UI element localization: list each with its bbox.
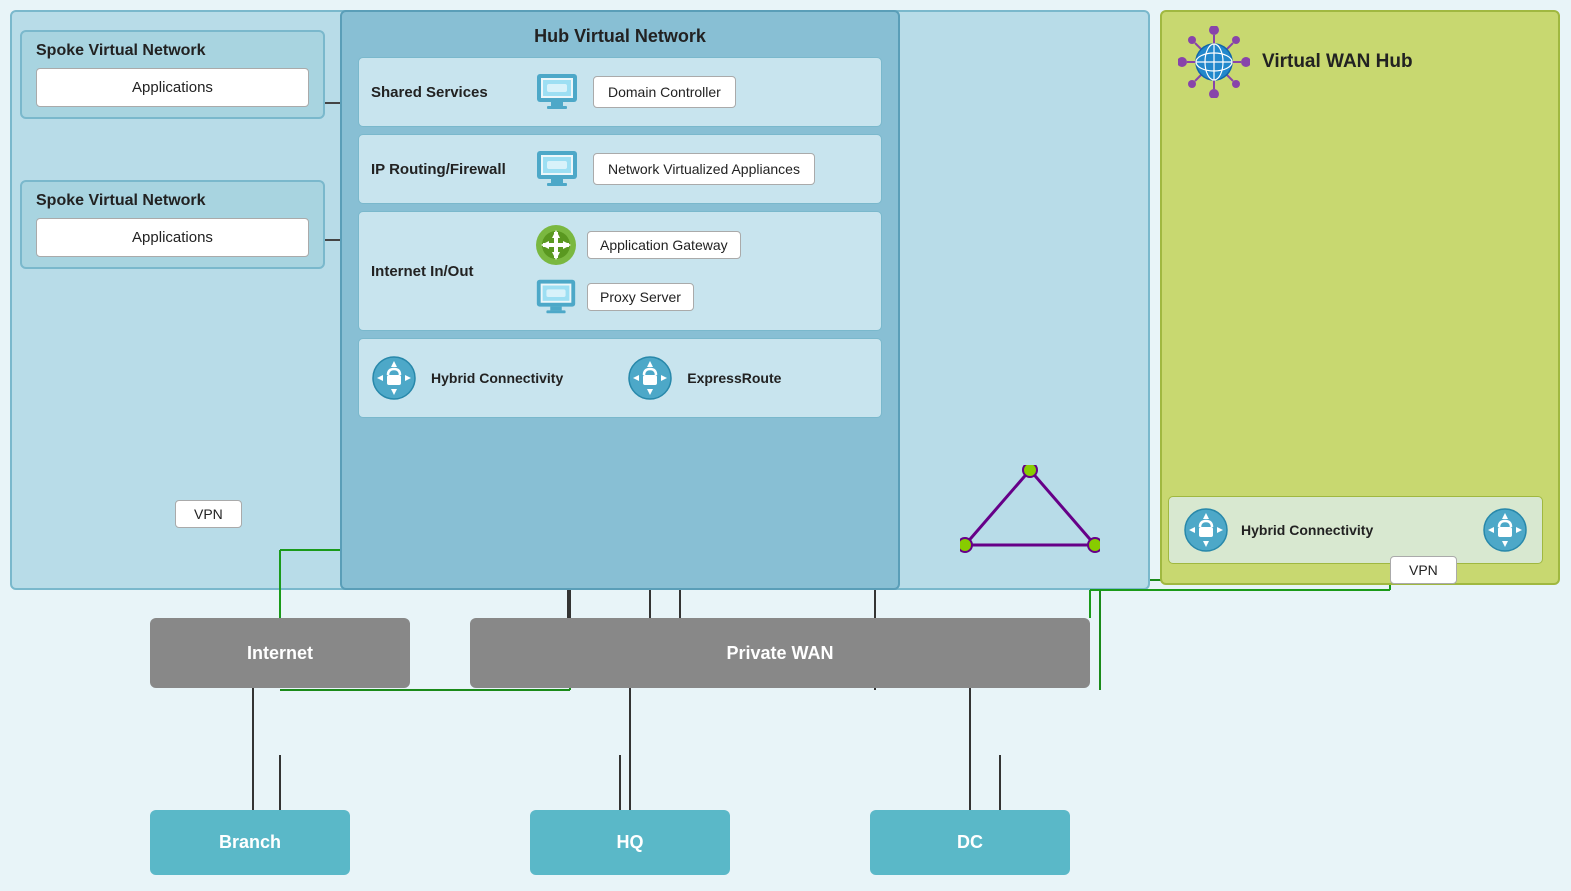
- internet-inout-label: Internet In/Out: [371, 263, 521, 280]
- hub-row-hybrid: Hybrid Connectivity ExpressRoute: [358, 338, 882, 418]
- private-wan-box: Private WAN: [470, 618, 1090, 688]
- wan-lock-icon-1: [1183, 507, 1229, 553]
- spoke-1-title: Spoke Virtual Network: [36, 42, 309, 60]
- hub-item-app-gateway: Application Gateway: [533, 222, 741, 268]
- spoke-vnet-2: Spoke Virtual Network Applications: [20, 180, 325, 269]
- dc-box: DC: [870, 810, 1070, 875]
- vpn-label-right: VPN: [1390, 556, 1457, 584]
- spoke-vnet-1: Spoke Virtual Network Applications: [20, 30, 325, 119]
- network-virtual-appliances-label: Network Virtualized Appliances: [593, 153, 815, 185]
- wan-hub-title: Virtual WAN Hub: [1262, 51, 1413, 73]
- monitor-icon-1: [533, 68, 581, 116]
- monitor-icon-3: [533, 274, 579, 320]
- hybrid-connectivity-label-hub: Hybrid Connectivity: [431, 370, 563, 386]
- vpn-lock-icon-1: [371, 355, 417, 401]
- expressroute-lock-icon: [627, 355, 673, 401]
- wan-hybrid-box: Hybrid Connectivity: [1168, 496, 1543, 564]
- proxy-server-label: Proxy Server: [587, 283, 694, 311]
- expressroute-label: ExpressRoute: [687, 370, 781, 386]
- domain-controller-label: Domain Controller: [593, 76, 736, 108]
- wan-lock-icon-2: [1482, 507, 1528, 553]
- hub-item-proxy: Proxy Server: [533, 274, 741, 320]
- app-gateway-icon: [533, 222, 579, 268]
- monitor-icon-2: [533, 145, 581, 193]
- vpn-label-left: VPN: [175, 500, 242, 528]
- hub-vnet: Hub Virtual Network Shared Services Doma…: [340, 10, 900, 590]
- internet-box: Internet: [150, 618, 410, 688]
- spoke-2-inner: Applications: [36, 218, 309, 257]
- spoke-1-inner: Applications: [36, 68, 309, 107]
- expressroute-triangle: [960, 465, 1100, 555]
- app-gateway-label: Application Gateway: [587, 231, 741, 259]
- hub-row-shared-services: Shared Services Domain Controller: [358, 57, 882, 127]
- branch-box: Branch: [150, 810, 350, 875]
- spoke-2-title: Spoke Virtual Network: [36, 192, 309, 210]
- hub-row-ip-routing: IP Routing/Firewall Network Virtualized …: [358, 134, 882, 204]
- hub-title: Hub Virtual Network: [358, 26, 882, 47]
- wan-hybrid-label: Hybrid Connectivity: [1241, 522, 1373, 538]
- ip-routing-label: IP Routing/Firewall: [371, 161, 521, 178]
- shared-services-label: Shared Services: [371, 84, 521, 101]
- wan-globe-icon: [1178, 26, 1250, 98]
- hq-box: HQ: [530, 810, 730, 875]
- hub-row-internet: Internet In/Out Application Gateway: [358, 211, 882, 331]
